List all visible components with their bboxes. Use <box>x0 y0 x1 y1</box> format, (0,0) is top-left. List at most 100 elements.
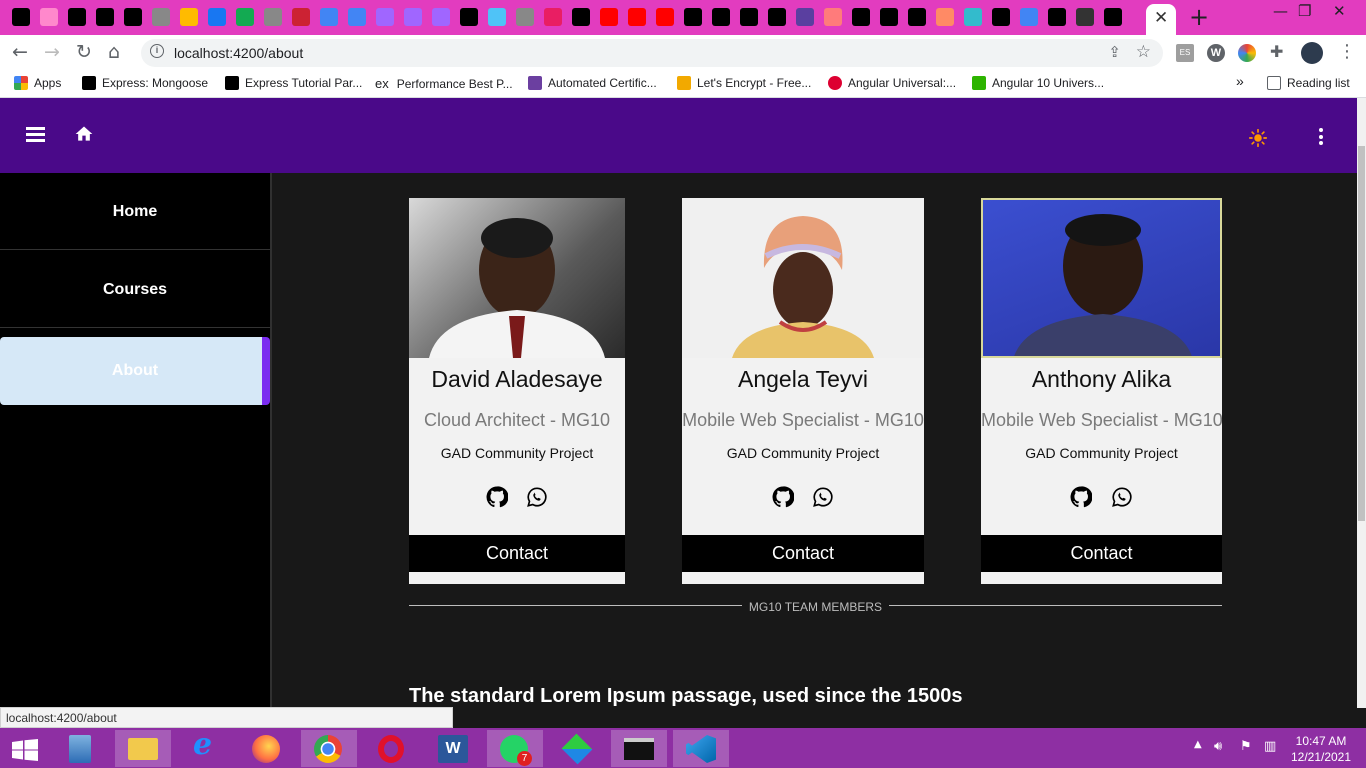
network-icon[interactable]: ▥ <box>1264 739 1276 754</box>
github-icon[interactable] <box>486 486 509 508</box>
taskbar-chrome[interactable] <box>301 730 357 767</box>
tab-favicon-icon[interactable] <box>152 8 170 26</box>
reload-icon[interactable]: ↻ <box>76 41 92 63</box>
tab-favicon-icon[interactable] <box>908 8 926 26</box>
tab-favicon-icon[interactable] <box>1104 8 1122 26</box>
tab-favicon-icon[interactable] <box>264 8 282 26</box>
tab-favicon-icon[interactable] <box>236 8 254 26</box>
tab-favicon-icon[interactable] <box>796 8 814 26</box>
tab-favicon-icon[interactable] <box>628 8 646 26</box>
new-tab-button[interactable]: + <box>1189 3 1209 31</box>
color-picker-extension-icon[interactable] <box>1238 44 1256 62</box>
tab-favicon-icon[interactable] <box>572 8 590 26</box>
home-icon[interactable] <box>74 124 94 144</box>
tab-favicon-icon[interactable] <box>488 8 506 26</box>
flag-icon[interactable]: ⚑ <box>1240 739 1252 754</box>
taskbar-word[interactable]: W <box>425 730 481 767</box>
whatsapp-icon[interactable] <box>1111 486 1133 508</box>
bookmark-express-tutorial[interactable]: Express Tutorial Par... <box>225 76 362 90</box>
reading-list-button[interactable]: Reading list <box>1267 76 1350 90</box>
taskbar-vscode[interactable] <box>673 730 729 767</box>
taskbar-firefox[interactable] <box>239 730 295 767</box>
bookmark-lets-encrypt[interactable]: Let's Encrypt - Free... <box>677 76 811 90</box>
contact-button[interactable]: Contact <box>981 535 1222 572</box>
bookmark-star-icon[interactable]: ☆ <box>1136 42 1151 62</box>
tab-favicon-icon[interactable] <box>1020 8 1038 26</box>
github-icon[interactable] <box>772 486 795 508</box>
share-icon[interactable]: ⇪ <box>1108 43 1121 61</box>
bookmark-angular-universal[interactable]: Angular Universal:... <box>828 76 956 90</box>
tab-favicon-icon[interactable] <box>936 8 954 26</box>
tab-favicon-icon[interactable] <box>348 8 366 26</box>
tab-favicon-icon[interactable] <box>656 8 674 26</box>
bookmark-automated-cert[interactable]: Automated Certific... <box>528 76 657 90</box>
bookmark-angular-10-universal[interactable]: Angular 10 Univers... <box>972 76 1104 90</box>
bookmarks-overflow-button[interactable]: » <box>1236 73 1244 89</box>
bookmark-express-mongoose[interactable]: Express: Mongoose <box>82 76 208 90</box>
tab-favicon-icon[interactable] <box>208 8 226 26</box>
url-text[interactable]: localhost:4200/about <box>174 45 303 61</box>
forward-icon[interactable]: → <box>44 41 60 63</box>
taskbar-clock[interactable]: 10:47 AM 12/21/2021 <box>1290 733 1352 765</box>
tab-favicon-icon[interactable] <box>68 8 86 26</box>
chrome-menu-icon[interactable]: ⋮ <box>1338 41 1356 62</box>
theme-toggle-sun-icon[interactable] <box>1249 129 1267 147</box>
tab-favicon-icon[interactable] <box>320 8 338 26</box>
wordpress-extension-icon[interactable]: W <box>1207 44 1225 62</box>
bookmark-performance[interactable]: ex Performance Best P... <box>375 76 513 91</box>
tab-favicon-icon[interactable] <box>880 8 898 26</box>
tab-favicon-icon[interactable] <box>824 8 842 26</box>
volume-icon[interactable]: 🔊︎ <box>1214 739 1222 754</box>
taskbar-internet-explorer[interactable]: e <box>177 728 233 767</box>
menu-icon[interactable] <box>26 127 45 142</box>
more-options-icon[interactable] <box>1319 128 1323 148</box>
tab-favicon-icon[interactable] <box>460 8 478 26</box>
windows-start-icon[interactable] <box>12 739 38 761</box>
active-tab[interactable]: ✕ <box>1146 4 1176 35</box>
contact-button[interactable]: Contact <box>409 535 625 572</box>
tab-favicon-icon[interactable] <box>768 8 786 26</box>
whatsapp-icon[interactable] <box>812 486 834 508</box>
tab-favicon-icon[interactable] <box>124 8 142 26</box>
maximize-button[interactable]: ❐ <box>1298 2 1311 20</box>
nav-item-courses[interactable]: Courses <box>0 251 270 328</box>
nav-item-about[interactable]: About <box>0 337 270 405</box>
tab-favicon-icon[interactable] <box>96 8 114 26</box>
taskbar-calculator[interactable] <box>52 730 108 767</box>
tab-favicon-icon[interactable] <box>180 8 198 26</box>
tab-favicon-icon[interactable] <box>544 8 562 26</box>
tab-favicon-icon[interactable] <box>992 8 1010 26</box>
tab-favicon-icon[interactable] <box>600 8 618 26</box>
taskbar-whatsapp[interactable]: 7 <box>487 730 543 767</box>
page-scrollbar[interactable] <box>1357 98 1366 708</box>
tab-favicon-icon[interactable] <box>684 8 702 26</box>
extensions-puzzle-icon[interactable]: ✚ <box>1270 42 1288 61</box>
address-bar[interactable]: i localhost:4200/about ⇪ ☆ <box>141 39 1163 67</box>
tab-favicon-icon[interactable] <box>1076 8 1094 26</box>
taskbar-opera[interactable] <box>363 730 419 767</box>
home-browser-icon[interactable]: ⌂ <box>108 41 120 63</box>
github-icon[interactable] <box>1070 486 1093 508</box>
back-icon[interactable]: ← <box>12 41 28 63</box>
close-window-button[interactable]: ✕ <box>1333 2 1346 20</box>
tab-favicon-icon[interactable] <box>712 8 730 26</box>
tab-favicon-icon[interactable] <box>40 8 58 26</box>
tab-favicon-icon[interactable] <box>376 8 394 26</box>
tab-favicon-icon[interactable] <box>852 8 870 26</box>
bookmark-apps[interactable]: Apps <box>14 76 61 90</box>
close-tab-icon[interactable]: ✕ <box>1154 8 1168 28</box>
minimize-button[interactable]: — <box>1273 2 1288 20</box>
taskbar-app[interactable] <box>549 730 605 767</box>
site-info-icon[interactable]: i <box>150 44 164 58</box>
es-extension-icon[interactable]: ES <box>1176 44 1194 62</box>
tray-overflow-icon[interactable]: ▲ <box>1194 739 1202 750</box>
profile-avatar[interactable] <box>1301 42 1323 64</box>
nav-item-home[interactable]: Home <box>0 173 270 250</box>
tab-favicon-icon[interactable] <box>404 8 422 26</box>
tab-favicon-icon[interactable] <box>516 8 534 26</box>
contact-button[interactable]: Contact <box>682 535 924 572</box>
tab-favicon-icon[interactable] <box>12 8 30 26</box>
tab-favicon-icon[interactable] <box>964 8 982 26</box>
tab-favicon-icon[interactable] <box>292 8 310 26</box>
tab-favicon-icon[interactable] <box>740 8 758 26</box>
